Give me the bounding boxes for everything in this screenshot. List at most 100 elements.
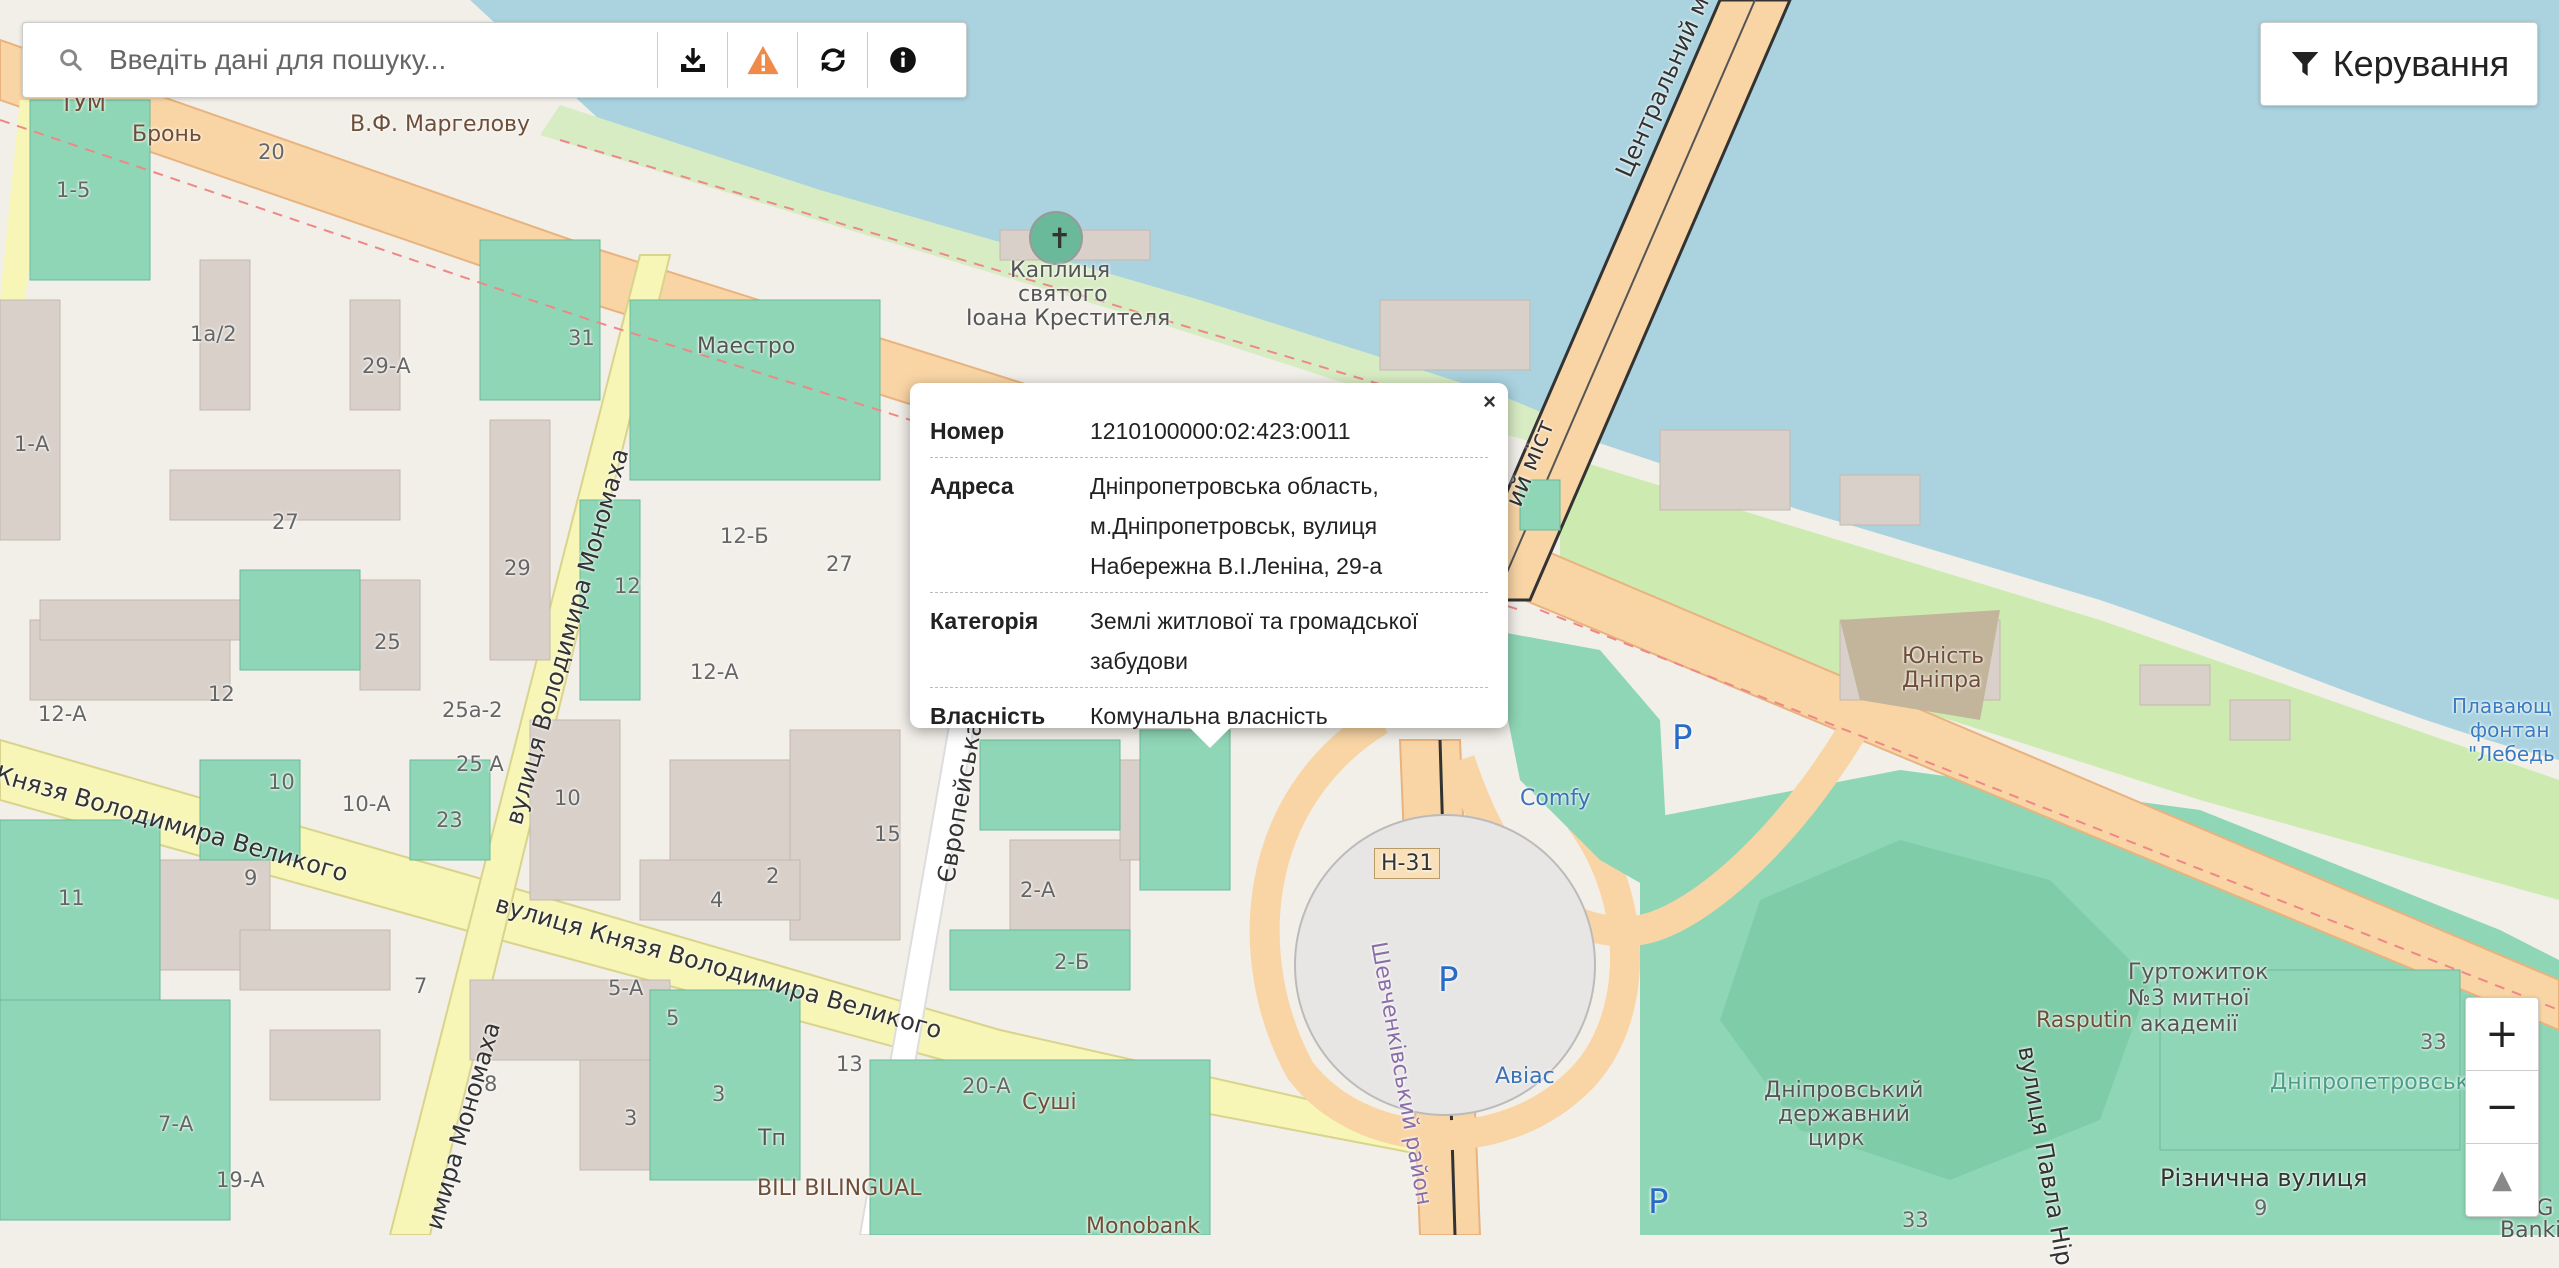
house-number: 5 <box>666 1006 680 1030</box>
map-label: Гуртожиток <box>2128 960 2269 985</box>
map-label: "Лебедь <box>2468 742 2555 766</box>
house-number: 7-А <box>158 1112 194 1136</box>
map-label: Rasputin <box>2036 1008 2133 1033</box>
house-number: 5-А <box>608 976 644 1000</box>
house-number: 8 <box>484 1072 498 1096</box>
map-label: святого <box>1018 282 1108 307</box>
zoom-in-button[interactable]: + <box>2466 998 2538 1071</box>
map-label: Comfy <box>1520 786 1591 811</box>
house-number: 12 <box>614 574 641 598</box>
map-label: державний <box>1778 1102 1910 1127</box>
house-number: 25 <box>374 630 401 654</box>
house-number: 20-А <box>962 1074 1011 1098</box>
popup-row-category: Категорія Землі житлової та громадської … <box>930 593 1488 688</box>
zoom-out-button[interactable]: − <box>2466 1071 2538 1144</box>
search-input[interactable] <box>107 43 631 77</box>
map-label: академії <box>2140 1012 2238 1037</box>
house-number: 9 <box>244 866 258 890</box>
house-number: 12-Б <box>720 524 769 548</box>
compass-button[interactable]: ▲ <box>2466 1144 2538 1216</box>
control-button[interactable]: Керування <box>2260 22 2538 106</box>
control-label: Керування <box>2332 43 2510 84</box>
map-label: Banking <box>2500 1218 2559 1243</box>
map-label: Н-31 <box>1374 848 1441 879</box>
house-number: 9 <box>2254 1196 2268 1220</box>
house-number: 12-А <box>690 660 739 684</box>
popup-key: Номер <box>930 418 1005 444</box>
house-number: 10 <box>554 786 581 810</box>
map-label: №3 митної <box>2128 986 2250 1011</box>
house-number: 27 <box>272 510 299 534</box>
map-label: Юність <box>1902 644 1985 669</box>
house-number: 12-А <box>38 702 87 726</box>
info-icon <box>889 47 916 73</box>
house-number: 4 <box>710 888 724 912</box>
popup-tip <box>1188 726 1232 748</box>
map-label: Бронь <box>132 122 202 147</box>
house-number: 1а/2 <box>190 322 237 346</box>
house-number: 3 <box>624 1106 638 1130</box>
parcel-popup: × Номер 1210100000:02:423:0011 Адреса Дн… <box>910 383 1508 729</box>
map-label: Маестро <box>697 334 796 359</box>
map-label: Авіас <box>1495 1064 1555 1089</box>
house-number: 1-5 <box>56 178 91 202</box>
svg-text:✝: ✝ <box>1048 222 1071 255</box>
search-icon <box>60 49 82 71</box>
download-button[interactable] <box>657 32 727 88</box>
popup-value: Комунальна власність <box>1090 703 1328 729</box>
map-label: Плавающ <box>2452 694 2552 718</box>
parking-icon: P <box>1672 718 1693 758</box>
house-number: 3 <box>712 1082 726 1106</box>
map-label: Каплиця <box>1010 258 1111 283</box>
warning-icon <box>746 45 779 75</box>
refresh-button[interactable] <box>797 32 867 88</box>
house-number: 15 <box>874 822 901 846</box>
info-button[interactable] <box>867 32 937 88</box>
house-number: 1-А <box>14 432 50 456</box>
house-number: 25а-2 <box>442 698 503 722</box>
map-label: Monobank <box>1086 1214 1200 1239</box>
house-number: 29-А <box>362 354 411 378</box>
map-label: Суші <box>1022 1090 1077 1115</box>
house-number: 20 <box>258 140 285 164</box>
house-number: 29 <box>504 556 531 580</box>
warning-button[interactable] <box>727 32 797 88</box>
house-number: 10 <box>268 770 295 794</box>
house-number: 10-А <box>342 792 391 816</box>
house-number: 33 <box>2420 1030 2447 1054</box>
parking-icon: P <box>1438 960 1459 1000</box>
download-icon <box>680 48 705 72</box>
house-number: 12 <box>208 682 235 706</box>
map-label: Тп <box>758 1126 786 1151</box>
close-button[interactable]: × <box>1483 389 1496 415</box>
house-number: 19-А <box>216 1168 265 1192</box>
popup-value: Землі житлової та громадської забудови <box>1090 608 1419 674</box>
popup-row-address: Адреса Дніпропетровська область, м.Дніпр… <box>930 458 1488 593</box>
house-number: 2-Б <box>1054 950 1090 974</box>
map-label: Дніпропетровськ <box>2270 1070 2469 1095</box>
house-number: 7 <box>414 974 428 998</box>
map-label: Дніпра <box>1902 668 1982 693</box>
filter-icon <box>2291 52 2319 76</box>
popup-row-number: Номер 1210100000:02:423:0011 <box>930 403 1488 458</box>
map-label: В.Ф. Маргелову <box>350 112 531 137</box>
house-number: 2-А <box>1020 878 1056 902</box>
map-label: Дніпровський <box>1764 1078 1924 1103</box>
house-number: 31 <box>568 326 595 350</box>
popup-key: Категорія <box>930 608 1039 634</box>
house-number: 2 <box>766 864 780 888</box>
map-label: Різнична вулиця <box>2160 1164 2368 1192</box>
search-bar <box>22 22 967 98</box>
popup-value: 1210100000:02:423:0011 <box>1090 418 1351 444</box>
zoom-control: + − ▲ <box>2465 997 2539 1217</box>
popup-value: Дніпропетровська область, м.Дніпропетров… <box>1090 473 1383 579</box>
map-label: цирк <box>1808 1126 1865 1151</box>
map-label: Іоана Крестителя <box>966 306 1171 331</box>
parking-icon: P <box>1648 1182 1669 1222</box>
house-number: 23 <box>436 808 463 832</box>
house-number: 33 <box>1902 1208 1929 1232</box>
house-number: 11 <box>58 886 85 910</box>
map-label: BILI BILINGUAL <box>757 1176 922 1201</box>
house-number: 13 <box>836 1052 863 1076</box>
house-number: 25 А <box>456 752 504 776</box>
